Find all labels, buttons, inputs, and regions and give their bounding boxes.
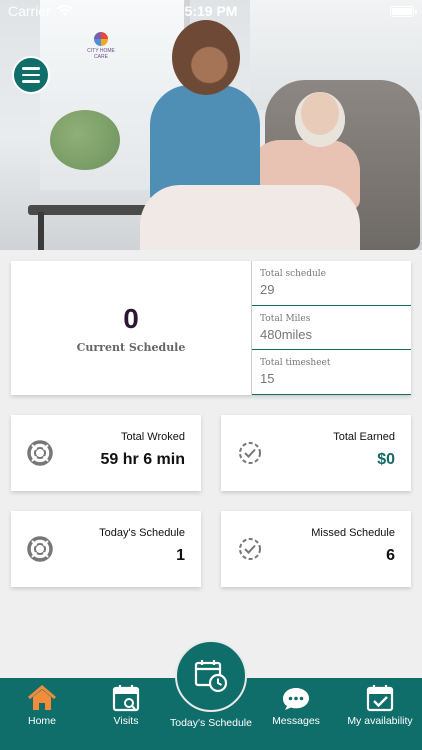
total-worked-label: Total Wroked bbox=[121, 431, 185, 443]
carrier-label: Carrier bbox=[8, 3, 51, 19]
total-worked-tile[interactable]: Total Wroked 59 hr 6 min bbox=[11, 415, 201, 491]
nav-messages-label: Messages bbox=[272, 715, 320, 727]
nav-availability-label: My availability bbox=[347, 715, 413, 727]
chat-bubble-icon bbox=[283, 688, 309, 710]
lifebuoy-icon bbox=[27, 440, 53, 466]
nav-home[interactable]: Home bbox=[0, 684, 84, 727]
total-earned-tile[interactable]: Total Earned $0 bbox=[221, 415, 411, 491]
schedule-summary-card: 0 Current Schedule Total schedule 29 Tot… bbox=[11, 261, 411, 396]
current-schedule[interactable]: 0 Current Schedule bbox=[11, 261, 251, 395]
calendar-search-icon bbox=[112, 685, 140, 712]
dashed-check-circle-icon bbox=[239, 538, 261, 560]
nav-visits-label: Visits bbox=[113, 715, 139, 727]
status-bar: Carrier 5:19 PM bbox=[0, 0, 422, 22]
stat-total-miles[interactable]: Total Miles 480miles bbox=[252, 306, 411, 351]
menu-button[interactable] bbox=[12, 56, 50, 94]
dashed-check-circle-icon bbox=[239, 442, 261, 464]
calendar-clock-icon bbox=[194, 660, 228, 693]
todays-schedule-label: Today's Schedule bbox=[99, 527, 185, 539]
nav-availability[interactable]: My availability bbox=[338, 684, 422, 727]
nav-home-label: Home bbox=[27, 715, 56, 727]
current-schedule-count: 0 bbox=[123, 302, 139, 334]
missed-schedule-label: Missed Schedule bbox=[311, 527, 395, 539]
stat-total-timesheet[interactable]: Total timesheet 15 bbox=[252, 350, 411, 396]
missed-schedule-value: 6 bbox=[386, 547, 395, 564]
total-earned-label: Total Earned bbox=[333, 431, 395, 443]
current-schedule-label: Current Schedule bbox=[76, 340, 186, 354]
total-worked-value: 59 hr 6 min bbox=[100, 451, 185, 468]
home-icon bbox=[28, 685, 56, 710]
wifi-icon bbox=[57, 5, 73, 17]
missed-schedule-tile[interactable]: Missed Schedule 6 bbox=[221, 511, 411, 587]
todays-schedule-tile[interactable]: Today's Schedule 1 bbox=[11, 511, 201, 587]
calendar-check-icon bbox=[366, 685, 394, 712]
lifebuoy-icon bbox=[27, 536, 53, 562]
total-earned-value: $0 bbox=[377, 451, 395, 468]
hero-image: CITY HOME CARE bbox=[0, 0, 422, 250]
todays-schedule-fab[interactable] bbox=[175, 640, 247, 712]
stat-total-schedule[interactable]: Total schedule 29 bbox=[252, 261, 411, 306]
todays-schedule-nav-label: Today's Schedule bbox=[170, 717, 252, 729]
todays-schedule-value: 1 bbox=[176, 547, 185, 564]
brand-logo: CITY HOME CARE bbox=[80, 32, 122, 60]
status-time: 5:19 PM bbox=[184, 3, 238, 19]
battery-icon bbox=[390, 5, 417, 17]
